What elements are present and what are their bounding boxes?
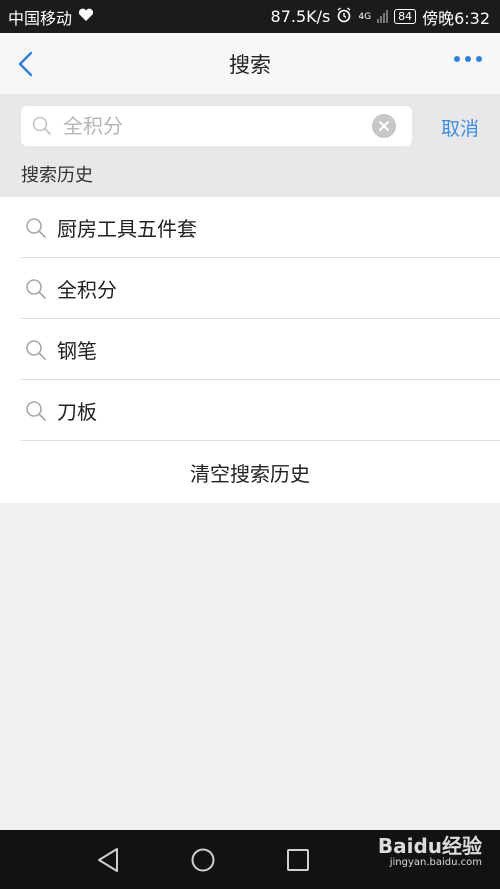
chevron-left-icon (18, 51, 33, 77)
clear-history-button[interactable]: 清空搜索历史 (0, 441, 500, 503)
search-area: 取消 (0, 94, 500, 159)
history-item-label: 钢笔 (57, 339, 97, 363)
search-icon (26, 400, 46, 421)
more-dot-icon (454, 56, 460, 62)
title-bar: 搜索 (0, 33, 500, 94)
search-input[interactable] (61, 113, 372, 139)
clear-input-button[interactable] (372, 114, 396, 138)
history-item[interactable]: 厨房工具五件套 (0, 197, 500, 258)
network-type: 4G (358, 11, 372, 22)
more-dot-icon (465, 56, 471, 62)
history-item[interactable]: 钢笔 (0, 319, 500, 380)
back-button[interactable] (14, 51, 38, 77)
status-bar: 中国移动 87.5K/s 4G 84 傍晚6:32 (0, 0, 500, 33)
history-title: 搜索历史 (21, 165, 93, 186)
more-dot-icon (476, 56, 482, 62)
nav-home-button[interactable] (190, 847, 216, 877)
search-icon (32, 116, 51, 135)
search-icon (26, 339, 46, 360)
history-item-label: 全积分 (57, 278, 117, 302)
nav-recents-button[interactable] (286, 847, 310, 877)
search-box[interactable] (21, 106, 412, 146)
navigation-bar: Baidu经验 jingyan.baidu.com (0, 830, 500, 889)
square-recents-icon (287, 849, 309, 871)
cancel-button[interactable]: 取消 (441, 114, 479, 141)
page-title: 搜索 (229, 52, 271, 77)
triangle-back-icon (98, 848, 118, 872)
baidu-jingyan-watermark: Baidu经验 jingyan.baidu.com (378, 836, 482, 868)
circle-home-icon (191, 848, 215, 872)
signal-icon (377, 10, 389, 23)
watermark-brand: Baidu经验 (377, 834, 482, 858)
history-item[interactable]: 刀板 (0, 380, 500, 441)
history-item[interactable]: 全积分 (0, 258, 500, 319)
history-item-label: 刀板 (57, 400, 97, 424)
history-item-label: 厨房工具五件套 (57, 217, 197, 241)
close-icon (379, 121, 389, 131)
history-list: 厨房工具五件套 全积分 钢笔 刀板 清空搜索历史 (0, 197, 500, 503)
network-speed: 87.5K/s (270, 7, 331, 26)
search-icon (26, 217, 46, 238)
history-header: 搜索历史 (0, 159, 500, 197)
alarm-icon (336, 6, 352, 27)
nav-back-button[interactable] (96, 847, 120, 877)
more-button[interactable] (454, 56, 482, 68)
carrier-label: 中国移动 (8, 8, 73, 28)
heart-icon (78, 7, 94, 26)
clock-label: 傍晚6:32 (422, 8, 490, 28)
battery-icon: 84 (394, 9, 417, 24)
search-icon (26, 278, 46, 299)
watermark-url: jingyan.baidu.com (389, 857, 482, 868)
